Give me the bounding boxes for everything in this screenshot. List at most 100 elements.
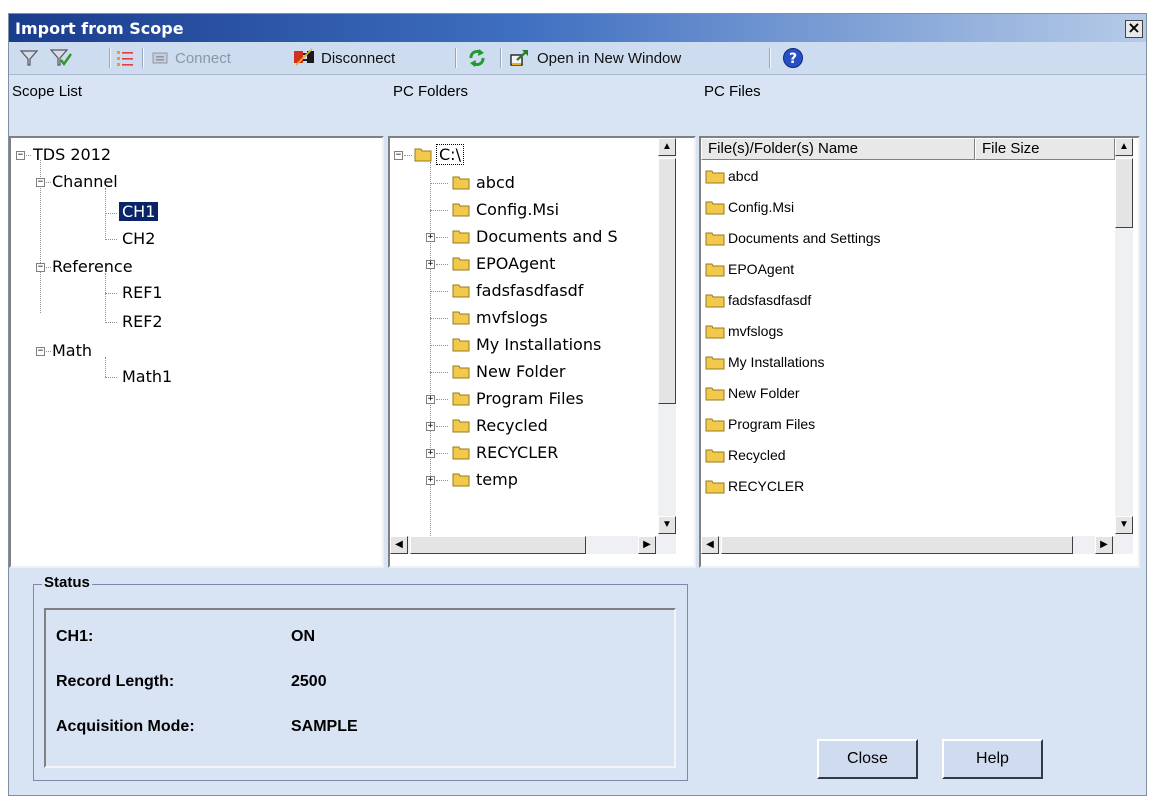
scrollbar-thumb[interactable] <box>410 536 586 554</box>
collapse-toggle[interactable]: − <box>36 263 45 272</box>
status-value: ON <box>291 628 315 645</box>
file-name: RECYCLER <box>728 478 805 494</box>
scroll-right-arrow[interactable]: ▶ <box>638 536 656 554</box>
file-row[interactable]: fadsfasdfasdf <box>705 287 811 313</box>
file-row[interactable]: EPOAgent <box>705 256 794 282</box>
tree-node-leaf[interactable]: Math1 <box>122 366 172 388</box>
folder-icon <box>414 148 432 162</box>
toolbar-separator <box>455 48 457 68</box>
scroll-up-arrow[interactable]: ▲ <box>658 138 676 156</box>
disconnect-button[interactable]: Disconnect <box>293 46 395 70</box>
tree-node-root[interactable]: TDS 2012 <box>33 144 111 166</box>
tree-node-group[interactable]: Channel <box>52 171 118 193</box>
file-row[interactable]: RECYCLER <box>705 473 804 499</box>
folder-icon <box>705 417 728 432</box>
folder-label: Config.Msi <box>476 200 560 219</box>
expand-toggle[interactable]: + <box>426 476 435 485</box>
list-icon <box>117 51 133 66</box>
file-row[interactable]: Config.Msi <box>705 194 794 220</box>
folder-icon <box>705 386 728 401</box>
folder-label: fadsfasdfasdf <box>476 281 584 300</box>
expand-toggle[interactable]: + <box>426 422 435 431</box>
folder-root[interactable]: C:\ <box>436 144 464 166</box>
status-row-ch1: CH1: ON <box>56 628 315 645</box>
folder-icon <box>705 169 728 184</box>
list-view-button[interactable] <box>115 46 135 70</box>
window-title: Import from Scope <box>15 19 184 38</box>
collapse-toggle[interactable]: − <box>36 178 45 187</box>
column-header-size[interactable]: File Size <box>975 138 1115 160</box>
expand-toggle[interactable]: + <box>426 233 435 242</box>
filter-button[interactable] <box>19 46 39 70</box>
title-bar[interactable]: Import from Scope × <box>9 14 1146 42</box>
scroll-up-arrow[interactable]: ▲ <box>1115 138 1133 156</box>
folder-icon <box>452 472 470 487</box>
folder-icon <box>452 445 470 460</box>
file-name: abcd <box>728 168 759 184</box>
toolbar-separator <box>142 48 144 68</box>
folder-label: New Folder <box>476 362 566 381</box>
file-name: Documents and Settings <box>728 230 881 246</box>
tree-node-group[interactable]: Reference <box>52 256 133 278</box>
help-icon: ? <box>783 48 803 68</box>
file-row[interactable]: Recycled <box>705 442 786 468</box>
file-row[interactable]: My Installations <box>705 349 824 375</box>
connect-button[interactable]: Connect <box>151 46 231 70</box>
file-row[interactable]: Documents and Settings <box>705 225 881 251</box>
tree-node-leaf[interactable]: CH2 <box>122 228 155 250</box>
pc-files-panel[interactable]: File(s)/Folder(s) Name File Size abcd Con… <box>699 136 1140 568</box>
filter-check-button[interactable] <box>49 46 73 70</box>
scrollbar-thumb[interactable] <box>1115 158 1133 228</box>
file-name: EPOAgent <box>728 261 795 277</box>
folder-icon <box>452 256 470 271</box>
help-button[interactable]: Help <box>942 739 1043 779</box>
scope-list-panel[interactable]: − TDS 2012 − Channel CH1 CH2 − Reference… <box>9 136 384 568</box>
file-row[interactable]: abcd <box>705 163 758 189</box>
folder-label: mvfslogs <box>476 308 548 327</box>
refresh-button[interactable] <box>466 46 488 70</box>
status-row-acquisition-mode: Acquisition Mode: SAMPLE <box>56 718 358 735</box>
scrollbar-thumb[interactable] <box>721 536 1073 554</box>
tree-node-leaf[interactable]: REF1 <box>122 282 163 304</box>
files-horizontal-scrollbar[interactable]: ◀ ▶ <box>701 536 1133 554</box>
scrollbar-thumb[interactable] <box>658 158 676 404</box>
open-in-new-window-button[interactable]: Open in New Window <box>509 46 681 70</box>
scroll-left-arrow[interactable]: ◀ <box>390 536 408 554</box>
help-toolbar-button[interactable]: ? <box>782 46 804 70</box>
scope-list-header: Scope List <box>12 83 83 100</box>
tree-node-group[interactable]: Math <box>52 340 92 362</box>
collapse-toggle[interactable]: − <box>16 151 25 160</box>
file-row[interactable]: mvfslogs <box>705 318 783 344</box>
folder-icon <box>452 337 470 352</box>
file-list: abcd Config.Msi Documents and Settings EPOA… <box>701 160 1115 536</box>
column-header-name[interactable]: File(s)/Folder(s) Name <box>701 138 975 160</box>
file-name: New Folder <box>728 385 800 401</box>
tree-node-leaf[interactable]: REF2 <box>122 311 163 333</box>
folder-label: abcd <box>476 173 515 192</box>
collapse-toggle[interactable]: − <box>36 347 45 356</box>
collapse-toggle[interactable]: − <box>394 151 403 160</box>
scroll-down-arrow[interactable]: ▼ <box>1115 516 1133 534</box>
files-vertical-scrollbar[interactable]: ▲ ▼ <box>1115 138 1133 536</box>
pc-folders-panel[interactable]: − C:\ abcd Config.Msi + Documents and S + EPO… <box>388 136 696 568</box>
file-row[interactable]: New Folder <box>705 380 800 406</box>
expand-toggle[interactable]: + <box>426 260 435 269</box>
scroll-left-arrow[interactable]: ◀ <box>701 536 719 554</box>
open-in-new-window-label: Open in New Window <box>537 49 682 67</box>
pc-files-header: PC Files <box>704 83 761 100</box>
folders-horizontal-scrollbar[interactable]: ◀ ▶ <box>390 536 676 554</box>
tree-node-leaf[interactable]: CH1 <box>119 201 159 223</box>
scroll-right-arrow[interactable]: ▶ <box>1095 536 1113 554</box>
connect-icon <box>152 52 168 64</box>
close-window-button[interactable]: × <box>1125 20 1143 38</box>
close-button[interactable]: Close <box>817 739 918 779</box>
file-row[interactable]: Program Files <box>705 411 815 437</box>
expand-toggle[interactable]: + <box>426 395 435 404</box>
folder-icon <box>705 355 728 370</box>
pc-folders-header: PC Folders <box>393 83 469 100</box>
folders-vertical-scrollbar[interactable]: ▲ ▼ <box>658 138 676 536</box>
status-group: Status CH1: ON Record Length: 2500 Acquisi… <box>33 574 688 781</box>
svg-text:?: ? <box>789 51 797 67</box>
expand-toggle[interactable]: + <box>426 449 435 458</box>
scroll-down-arrow[interactable]: ▼ <box>658 516 676 534</box>
